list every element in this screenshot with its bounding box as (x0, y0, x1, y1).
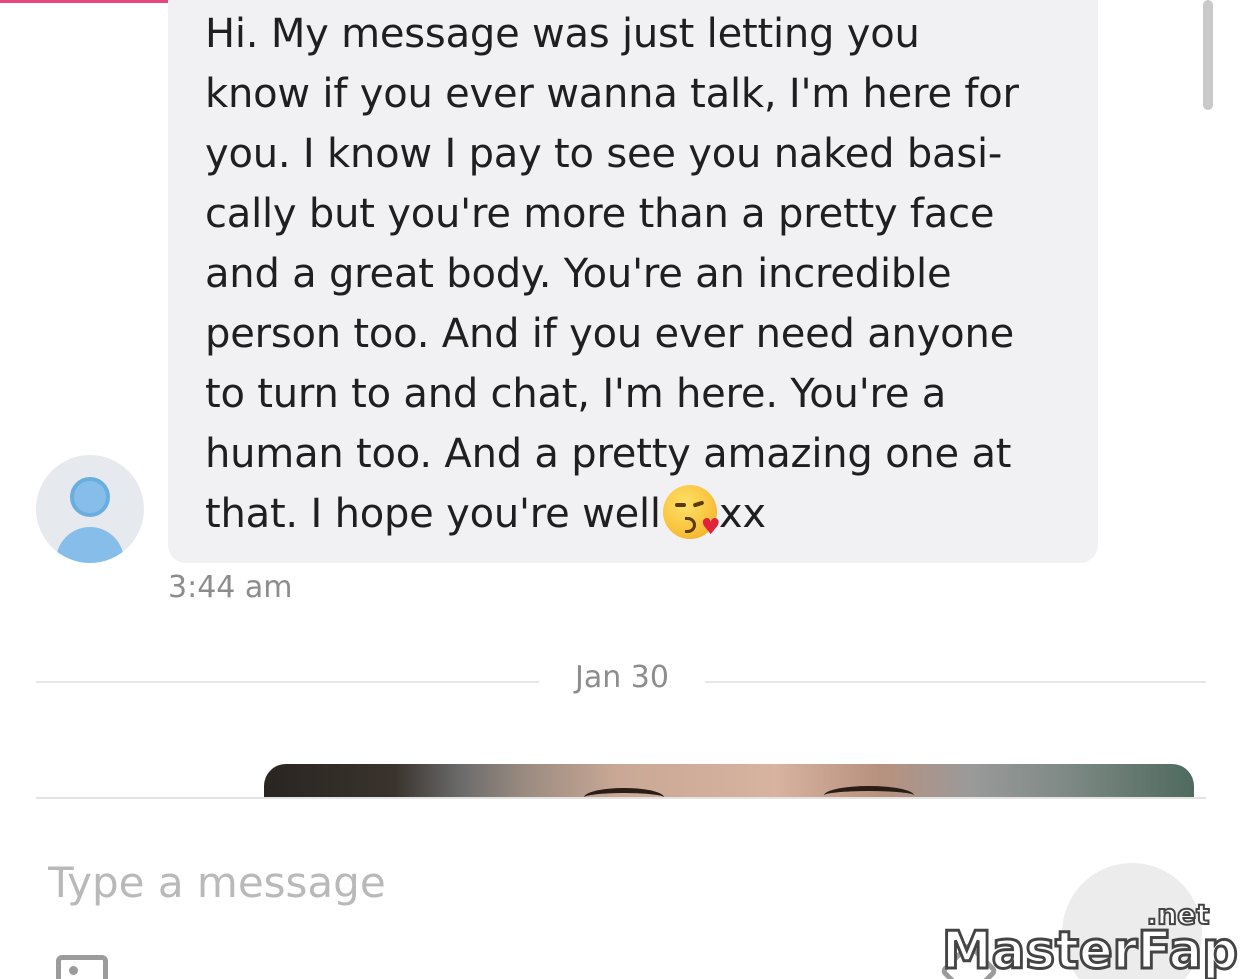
user-avatar-body (56, 527, 124, 563)
message-timestamp: 3:44 am (168, 570, 293, 605)
scrollbar[interactable] (1203, 0, 1213, 110)
kissing-face-with-heart-emoji-icon: ♥ (662, 485, 721, 539)
sender-avatar[interactable] (36, 455, 144, 563)
message-input[interactable] (44, 847, 852, 917)
message-text: Hi. My message was just letting you know… (205, 11, 1019, 537)
watermark-text: MasterFap (942, 921, 1238, 979)
date-divider-line-right (705, 681, 1206, 683)
date-divider-line-left (36, 681, 539, 683)
message-text-tail: xx (718, 491, 766, 537)
user-avatar-icon (70, 477, 110, 517)
date-divider-label: Jan 30 (575, 660, 669, 695)
received-message-bubble[interactable]: Hi. My message was just letting you know… (168, 0, 1098, 563)
watermark-logo: .net MasterFap (938, 896, 1242, 979)
photo-message-bubble[interactable] (264, 764, 1194, 798)
message-text-block: Hi. My message was just letting you know… (205, 4, 1068, 544)
top-accent-bar (0, 0, 186, 3)
image-attach-icon[interactable] (56, 955, 108, 979)
chat-screen: Hi. My message was just letting you know… (0, 0, 1242, 979)
